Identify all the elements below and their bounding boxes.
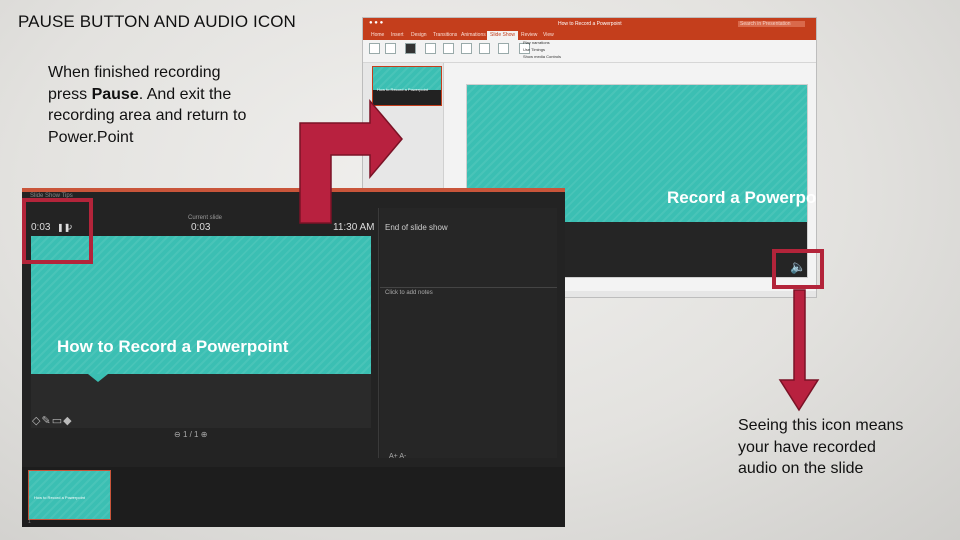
audio-note-text: Seeing this icon means your have recorde… — [738, 417, 904, 477]
down-arrow — [778, 289, 820, 412]
return-arrow — [299, 98, 403, 224]
